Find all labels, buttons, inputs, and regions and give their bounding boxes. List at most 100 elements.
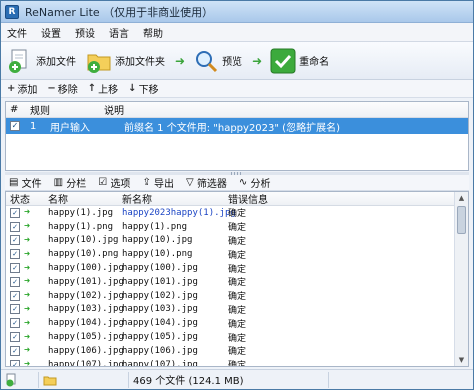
scroll-thumb[interactable] [457, 206, 466, 234]
menu-presets[interactable]: 预设 [75, 25, 95, 40]
status-add-icon[interactable] [1, 371, 39, 388]
export-menu-button[interactable]: ⇪ 导出 [138, 175, 174, 190]
file-row[interactable]: ✓ ➜ happy(101).jpg happy(101).jpg 确定 [6, 275, 468, 289]
file-newname: happy(107).jpg [122, 359, 198, 367]
file-row[interactable]: ✓ ➜ happy(100).jpg happy(100).jpg 确定 [6, 261, 468, 275]
remove-rule-button[interactable]: − 移除 [47, 81, 77, 96]
rename-button[interactable]: 重命名 [270, 48, 329, 74]
scroll-up-icon[interactable]: ▲ [455, 192, 468, 204]
export-icon: ⇪ [142, 177, 151, 188]
file-error: 确定 [228, 278, 247, 289]
file-checkbox[interactable]: ✓ [10, 276, 20, 287]
arrow-right-icon: ➜ [24, 248, 31, 260]
arrow-right-icon: ➜ [252, 53, 263, 68]
arrow-right-icon: ➜ [24, 221, 31, 233]
files-header-newname[interactable]: 新名称 [118, 192, 224, 206]
file-row[interactable]: ✓ ➜ happy(1).jpg happy2023happy(1).jpg 确定 [6, 206, 468, 220]
options-menu-button[interactable]: ☑ 选项 [94, 175, 130, 190]
options-menu-label: 选项 [110, 179, 131, 190]
file-error: 确定 [228, 250, 247, 261]
arrow-right-icon: ➜ [24, 331, 31, 343]
file-newname: happy(10).jpg [122, 235, 193, 246]
file-checkbox[interactable]: ✓ [10, 263, 20, 274]
filters-menu-button[interactable]: ▽ 筛选器 [182, 175, 227, 190]
add-file-icon [6, 373, 16, 386]
file-error: 确定 [228, 319, 247, 330]
move-down-button[interactable]: ↓ 下移 [128, 81, 158, 96]
columns-menu-button[interactable]: ▥ 分栏 [50, 175, 87, 190]
files-menu-label: 文件 [21, 179, 42, 190]
file-error: 确定 [228, 292, 247, 303]
folder-icon [43, 376, 57, 385]
file-checkbox[interactable]: ✓ [10, 304, 20, 315]
file-newname: happy(102).jpg [122, 290, 198, 301]
files-table-header: 状态 名称 新名称 错误信息 [6, 192, 468, 206]
file-row[interactable]: ✓ ➜ happy(10).png happy(10).png 确定 [6, 247, 468, 261]
file-row[interactable]: ✓ ➜ happy(107).jpg happy(107).jpg 确定 [6, 358, 468, 367]
file-error: 确定 [228, 264, 247, 275]
add-folders-label: 添加文件夹 [115, 57, 165, 68]
file-row[interactable]: ✓ ➜ happy(10).jpg happy(10).jpg 确定 [6, 234, 468, 248]
rules-header-desc[interactable]: 说明 [100, 102, 400, 117]
files-scrollbar[interactable]: ▲ ▼ [454, 192, 468, 366]
move-up-button[interactable]: ↑ 上移 [88, 81, 118, 96]
file-newname: happy(101).jpg [122, 276, 198, 287]
file-row[interactable]: ✓ ➜ happy(1).png happy(1).png 确定 [6, 220, 468, 234]
file-checkbox[interactable]: ✓ [10, 318, 20, 329]
file-checkbox[interactable]: ✓ [10, 332, 20, 343]
file-name: happy(1).png [48, 221, 114, 232]
file-error: 确定 [228, 209, 247, 220]
analyze-menu-label: 分析 [250, 179, 271, 190]
file-row[interactable]: ✓ ➜ happy(105).jpg happy(105).jpg 确定 [6, 330, 468, 344]
analyze-menu-button[interactable]: ∿ 分析 [235, 175, 271, 190]
file-checkbox[interactable]: ✓ [10, 290, 20, 301]
add-rule-button[interactable]: + 添加 [7, 81, 37, 96]
file-checkbox[interactable]: ✓ [10, 207, 20, 218]
arrow-right-icon: ➜ [24, 317, 31, 329]
rules-header-num[interactable]: # [6, 104, 26, 115]
menu-settings[interactable]: 设置 [41, 25, 61, 40]
file-row[interactable]: ✓ ➜ happy(106).jpg happy(106).jpg 确定 [6, 344, 468, 358]
file-row[interactable]: ✓ ➜ happy(104).jpg happy(104).jpg 确定 [6, 316, 468, 330]
rules-header-rule[interactable]: 规则 [26, 102, 100, 117]
file-checkbox[interactable]: ✓ [10, 235, 20, 246]
minus-icon: − [47, 83, 56, 94]
file-row[interactable]: ✓ ➜ happy(103).jpg happy(103).jpg 确定 [6, 303, 468, 317]
menu-help[interactable]: 帮助 [143, 25, 163, 40]
title-bar: R ReNamer Lite （仅用于非商业使用） [1, 1, 473, 23]
file-newname: happy(103).jpg [122, 304, 198, 315]
rule-checkbox[interactable]: ✓ [10, 121, 20, 131]
files-header-name[interactable]: 名称 [44, 192, 118, 206]
file-name: happy(101).jpg [48, 276, 124, 287]
file-checkbox[interactable]: ✓ [10, 345, 20, 356]
status-folder-icon[interactable] [39, 371, 129, 388]
files-table: 状态 名称 新名称 错误信息 ✓ ➜ happy(1).jpg happy2023ha… [5, 191, 469, 367]
export-menu-label: 导出 [154, 179, 175, 190]
file-checkbox[interactable]: ✓ [10, 359, 20, 366]
file-newname: happy(106).jpg [122, 345, 198, 356]
files-menu-button[interactable]: ▤ 文件 [5, 175, 42, 190]
file-name: happy(107).jpg [48, 359, 124, 367]
files-header-error[interactable]: 错误信息 [224, 192, 452, 206]
rules-toolbar: + 添加 − 移除 ↑ 上移 ↓ 下移 [1, 80, 473, 98]
add-files-button[interactable]: 添加文件 [7, 48, 76, 74]
file-checkbox[interactable]: ✓ [10, 249, 20, 260]
file-row[interactable]: ✓ ➜ happy(102).jpg happy(102).jpg 确定 [6, 289, 468, 303]
file-newname: happy(104).jpg [122, 318, 198, 329]
add-folders-button[interactable]: 添加文件夹 [86, 48, 165, 74]
preview-button[interactable]: 预览 [193, 48, 242, 74]
arrow-right-icon: ➜ [24, 262, 31, 274]
add-file-icon [9, 49, 27, 73]
files-header-status[interactable]: 状态 [6, 192, 44, 206]
scroll-down-icon[interactable]: ▼ [455, 354, 468, 366]
file-error: 确定 [228, 305, 247, 316]
menu-file[interactable]: 文件 [7, 25, 27, 40]
file-name: happy(100).jpg [48, 263, 124, 274]
file-name: happy(1).jpg [48, 207, 114, 218]
arrow-down-icon: ↓ [128, 83, 137, 94]
menu-language[interactable]: 语言 [109, 25, 129, 40]
file-error: 确定 [228, 361, 247, 367]
file-checkbox[interactable]: ✓ [10, 221, 20, 232]
move-down-label: 下移 [138, 85, 159, 96]
rule-row[interactable]: ✓ 1 用户输入 前缀名 1 个文件用: "happy2023" (忽略扩展名) [6, 118, 468, 134]
